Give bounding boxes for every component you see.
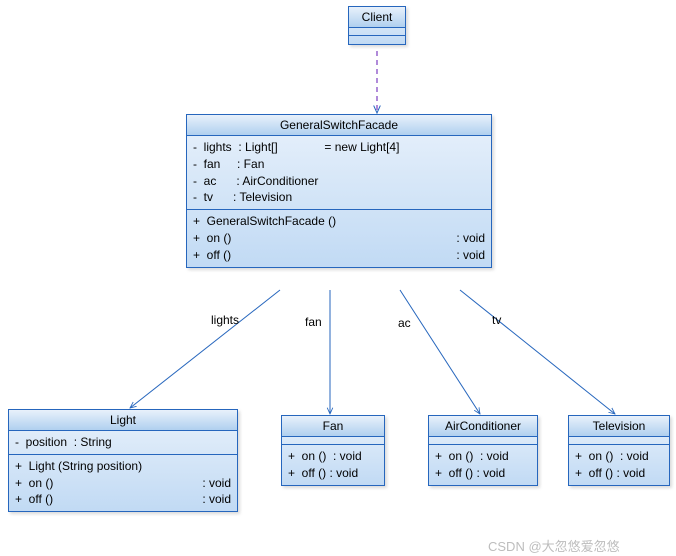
class-client: Client <box>348 6 406 45</box>
class-title: AirConditioner <box>429 416 537 437</box>
op-ret: : void <box>202 491 231 508</box>
edge-label-fan: fan <box>305 315 322 329</box>
op-row: + GeneralSwitchFacade () <box>193 213 485 230</box>
class-fan: Fan + on () : void + off () : void <box>281 415 385 486</box>
op-name: + GeneralSwitchFacade () <box>193 214 336 228</box>
op-row: + Light (String position) <box>15 458 231 475</box>
attr-row: - ac : AirConditioner <box>193 173 485 190</box>
class-section-attrs <box>282 437 384 445</box>
op-row: + off () : void <box>575 465 663 482</box>
op-row: + on () : void <box>575 448 663 465</box>
op-ret: : void <box>456 247 485 264</box>
op-row: + on () : void <box>193 230 485 247</box>
class-section-ops: + Light (String position) + on (): void … <box>9 455 237 511</box>
edge-label-lights: lights <box>211 313 239 327</box>
op-row: + off () : void <box>435 465 531 482</box>
op-name: + on () <box>15 475 53 492</box>
class-title: Client <box>349 7 405 28</box>
op-name: + off () <box>15 491 53 508</box>
class-section-ops: + on () : void + off () : void <box>429 445 537 485</box>
class-title: GeneralSwitchFacade <box>187 115 491 136</box>
class-section-attrs: - lights : Light[] = new Light[4] - fan … <box>187 136 491 210</box>
class-airconditioner: AirConditioner + on () : void + off () :… <box>428 415 538 486</box>
op-row: + off () : void <box>288 465 378 482</box>
edge-label-ac: ac <box>398 316 411 330</box>
class-section-ops: + GeneralSwitchFacade () + on () : void +… <box>187 210 491 266</box>
op-row: + off () : void <box>15 491 231 508</box>
edge-label-tv: tv <box>492 313 501 327</box>
attr-row: - fan : Fan <box>193 156 485 173</box>
class-title: Fan <box>282 416 384 437</box>
watermark-text: CSDN @大忽悠爱忽悠 <box>488 536 620 555</box>
attr-row: - lights : Light[] = new Light[4] <box>193 139 485 156</box>
op-name: + off () <box>193 247 231 264</box>
op-row: + on () : void <box>435 448 531 465</box>
class-section-attrs <box>429 437 537 445</box>
op-row: + on () : void <box>288 448 378 465</box>
class-section-attrs <box>569 437 669 445</box>
class-facade: GeneralSwitchFacade - lights : Light[] =… <box>186 114 492 268</box>
class-section-ops <box>349 36 405 44</box>
class-title: Light <box>9 410 237 431</box>
class-title: Television <box>569 416 669 437</box>
class-section-ops: + on () : void + off () : void <box>569 445 669 485</box>
op-name: + on () <box>193 230 231 247</box>
op-ret: : void <box>202 475 231 492</box>
attr-row: - position : String <box>15 434 231 451</box>
class-light: Light - position : String + Light (Strin… <box>8 409 238 512</box>
attr-row: - tv : Television <box>193 189 485 206</box>
class-section-attrs <box>349 28 405 36</box>
class-section-ops: + on () : void + off () : void <box>282 445 384 485</box>
op-name: + Light (String position) <box>15 459 142 473</box>
class-section-attrs: - position : String <box>9 431 237 455</box>
op-row: + off () : void <box>193 247 485 264</box>
op-row: + on () : void <box>15 475 231 492</box>
op-ret: : void <box>456 230 485 247</box>
class-television: Television + on () : void + off () : voi… <box>568 415 670 486</box>
